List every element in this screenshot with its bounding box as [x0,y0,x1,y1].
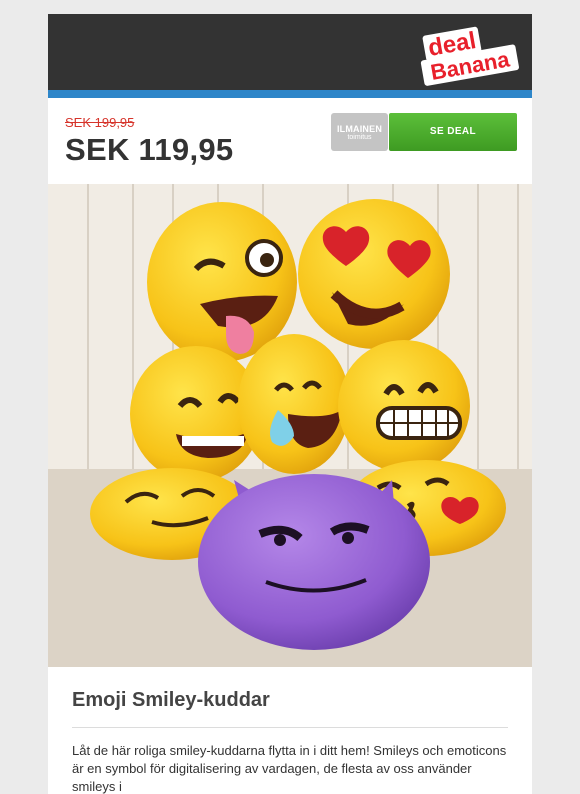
deal-banana-logo[interactable]: deal Banana [418,22,522,86]
product-description: Låt de här roliga smiley-kuddarna flytta… [72,743,507,794]
shipping-line-2: toimitus [347,134,372,141]
new-price: SEK 119,95 [65,132,234,167]
product-image[interactable] [48,184,532,667]
deal-card: deal Banana SEK 199,95 SEK 119,95 ILMAIN… [48,14,532,794]
emoji-pillows-photo [48,184,532,667]
divider [72,727,508,728]
product-title: Emoji Smiley-kuddar [72,689,270,711]
free-shipping-badge: ILMAINEN toimitus [331,113,388,151]
shipping-line-1: ILMAINEN [336,124,383,134]
old-price: SEK 199,95 [65,115,135,130]
price-section: SEK 199,95 SEK 119,95 ILMAINEN toimitus … [48,98,532,184]
email-header: deal Banana [48,14,532,90]
see-deal-button[interactable]: SE DEAL [389,113,517,151]
accent-bar [48,90,532,98]
